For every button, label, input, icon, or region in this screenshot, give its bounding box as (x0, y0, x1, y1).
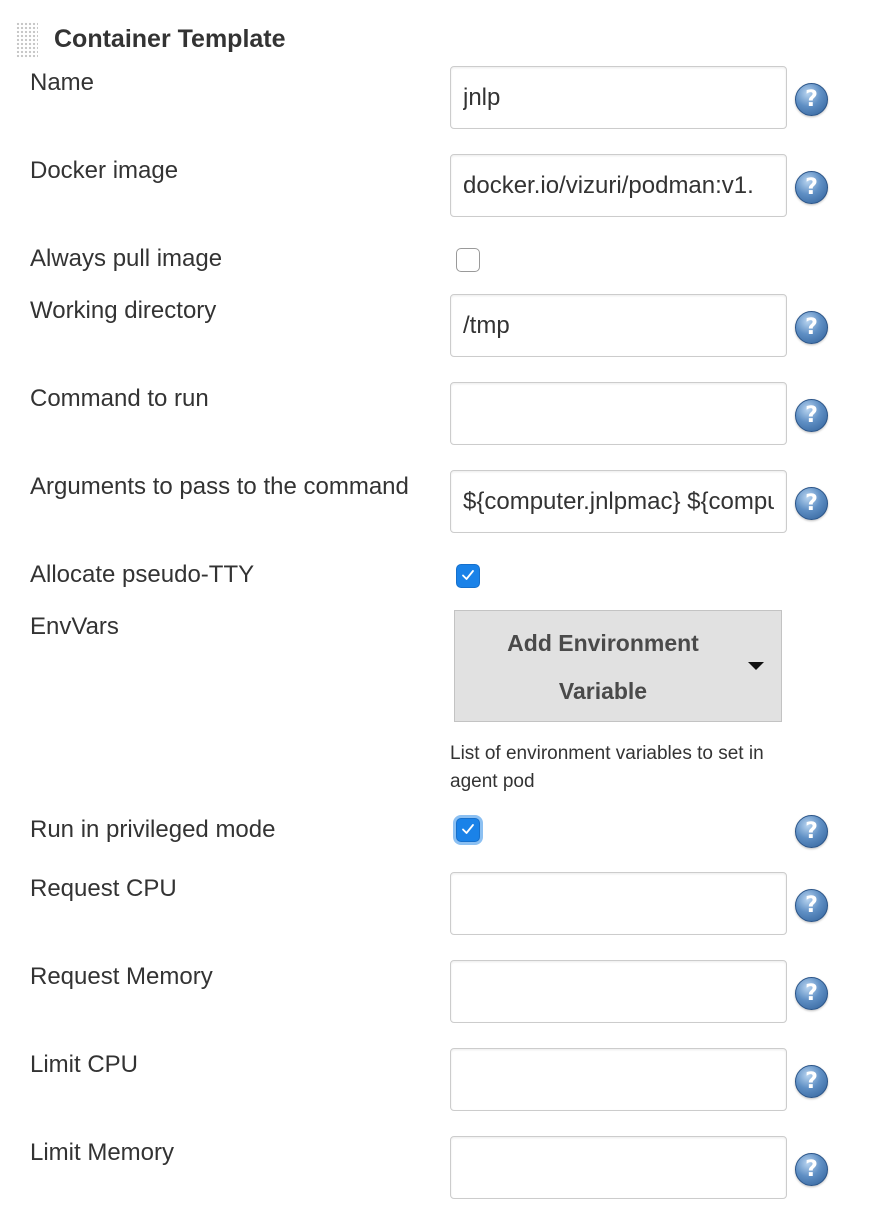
caret-down-icon (748, 662, 764, 670)
privileged-label: Run in privileged mode (30, 816, 276, 843)
help-icon[interactable]: ? (795, 171, 828, 204)
add-environment-variable-label: Add Environment Variable (507, 630, 699, 704)
always-pull-image-checkbox[interactable] (456, 248, 480, 272)
help-icon[interactable]: ? (795, 815, 828, 848)
envvars-description: List of environment variables to set in … (450, 743, 764, 792)
name-input[interactable] (450, 66, 787, 129)
arguments-input[interactable] (450, 470, 787, 533)
limit-cpu-input[interactable] (450, 1048, 787, 1111)
help-icon[interactable]: ? (795, 977, 828, 1010)
request-cpu-input[interactable] (450, 872, 787, 935)
help-icon[interactable]: ? (795, 311, 828, 344)
limit-memory-input[interactable] (450, 1136, 787, 1199)
drag-handle-icon[interactable] (16, 22, 38, 58)
allocate-tty-checkbox[interactable] (456, 564, 480, 588)
limit-memory-label: Limit Memory (30, 1139, 175, 1166)
arguments-label: Arguments to pass to the command (30, 473, 409, 500)
add-environment-variable-button[interactable]: Add Environment Variable (454, 610, 782, 722)
privileged-checkbox[interactable] (456, 818, 480, 842)
limit-cpu-label: Limit CPU (30, 1051, 139, 1078)
working-directory-input[interactable] (450, 294, 787, 357)
checkmark-icon (462, 570, 474, 580)
allocate-tty-label: Allocate pseudo-TTY (30, 561, 255, 588)
name-label: Name (30, 69, 95, 96)
request-cpu-label: Request CPU (30, 875, 177, 902)
request-memory-input[interactable] (450, 960, 787, 1023)
working-directory-label: Working directory (30, 297, 217, 324)
envvars-label: EnvVars (30, 613, 119, 640)
request-memory-label: Request Memory (30, 963, 213, 990)
section-title: Container Template (54, 25, 286, 53)
help-icon[interactable]: ? (795, 487, 828, 520)
help-icon[interactable]: ? (795, 889, 828, 922)
docker-image-label: Docker image (30, 157, 179, 184)
command-to-run-input[interactable] (450, 382, 787, 445)
docker-image-input[interactable] (450, 154, 787, 217)
help-icon[interactable]: ? (795, 1065, 828, 1098)
help-icon[interactable]: ? (795, 83, 828, 116)
help-icon[interactable]: ? (795, 399, 828, 432)
always-pull-image-label: Always pull image (30, 245, 223, 272)
command-to-run-label: Command to run (30, 385, 209, 412)
help-icon[interactable]: ? (795, 1153, 828, 1186)
checkmark-icon (462, 824, 474, 834)
